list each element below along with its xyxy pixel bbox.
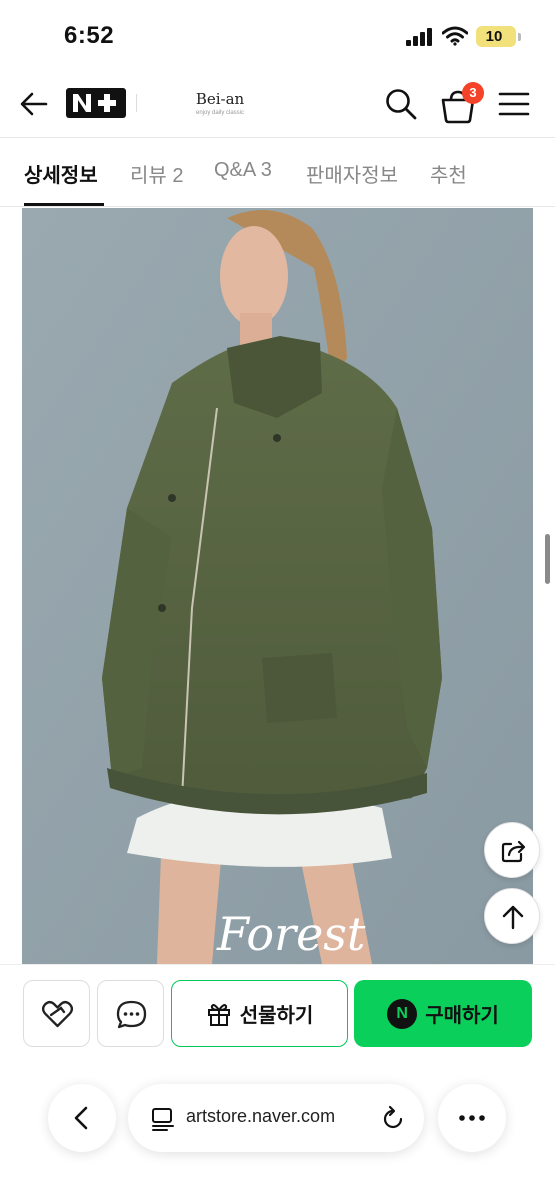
- purchase-action-bar: 선물하기 N 구매하기: [0, 964, 555, 1054]
- forest-caption: Forest: [216, 907, 366, 961]
- tab-seller-info[interactable]: 판매자정보: [306, 159, 398, 207]
- more-dots-icon: [459, 1115, 485, 1121]
- scroll-indicator[interactable]: [545, 534, 550, 584]
- search-icon[interactable]: [382, 85, 420, 123]
- talk-talk-button[interactable]: [97, 980, 164, 1047]
- buy-button[interactable]: N 구매하기: [354, 980, 532, 1047]
- battery-level: 10: [485, 28, 503, 45]
- model-jacket-illustration: Forest: [22, 208, 533, 964]
- naver-pay-badge: N: [387, 998, 418, 1029]
- gift-button-content: 선물하기: [172, 981, 347, 1046]
- heart-icon: [41, 1000, 74, 1028]
- chevron-left-icon: [74, 1106, 88, 1130]
- cart-count-badge: 3: [462, 82, 484, 104]
- status-time: 6:52: [64, 22, 115, 49]
- brand-tagline: enjoy daily classic: [195, 110, 245, 116]
- scroll-to-top-button[interactable]: [484, 888, 540, 944]
- browser-more-button[interactable]: [438, 1084, 506, 1152]
- address-text[interactable]: artstore.naver.com: [186, 1106, 366, 1132]
- wifi-icon: [442, 26, 468, 46]
- app-header: Bei-an enjoy daily classic 3: [0, 70, 555, 138]
- gift-icon: [207, 1003, 230, 1026]
- tab-detail-info[interactable]: 상세정보: [24, 159, 98, 207]
- naver-plus-logo[interactable]: [66, 88, 126, 118]
- address-bar[interactable]: artstore.naver.com: [128, 1084, 424, 1152]
- product-photo: Forest: [22, 208, 533, 964]
- arrow-left-icon[interactable]: [16, 86, 52, 122]
- browser-back-button[interactable]: [48, 1084, 116, 1152]
- active-tab-indicator: [24, 203, 104, 206]
- battery-cap: [518, 33, 521, 41]
- page-menu-icon[interactable]: [150, 1106, 176, 1132]
- gift-label: 선물하기: [239, 1005, 314, 1027]
- buy-label: 구매하기: [425, 1005, 499, 1027]
- reload-icon[interactable]: [380, 1105, 406, 1131]
- share-icon: [501, 840, 526, 863]
- tab-reviews[interactable]: 리뷰 2: [130, 159, 183, 207]
- cellular-signal-icon: [406, 28, 432, 46]
- chat-bubble-icon: [116, 1000, 147, 1029]
- tab-qna[interactable]: Q&A 3: [214, 159, 272, 207]
- gift-button[interactable]: 선물하기: [171, 980, 348, 1047]
- n-plus-logo-icon: [73, 94, 116, 112]
- arrow-up-icon: [502, 905, 524, 930]
- brand-name: Bei-an: [195, 90, 245, 108]
- wishlist-button[interactable]: [23, 980, 90, 1047]
- hamburger-menu-icon[interactable]: [496, 87, 532, 121]
- browser-toolbar: artstore.naver.com: [0, 1054, 555, 1200]
- status-bar: 6:52 10: [0, 0, 555, 70]
- share-button[interactable]: [484, 822, 540, 878]
- product-tab-bar: 상세정보 리뷰 2 Q&A 3 판매자정보 추천: [0, 139, 555, 207]
- battery-indicator: 10: [476, 26, 516, 47]
- tab-recommend[interactable]: 추천: [430, 159, 467, 207]
- buy-button-content: N 구매하기: [354, 980, 532, 1047]
- cart-button[interactable]: 3: [438, 82, 484, 126]
- brand-logo[interactable]: Bei-an enjoy daily classic: [180, 90, 260, 116]
- logo-divider: [136, 94, 137, 112]
